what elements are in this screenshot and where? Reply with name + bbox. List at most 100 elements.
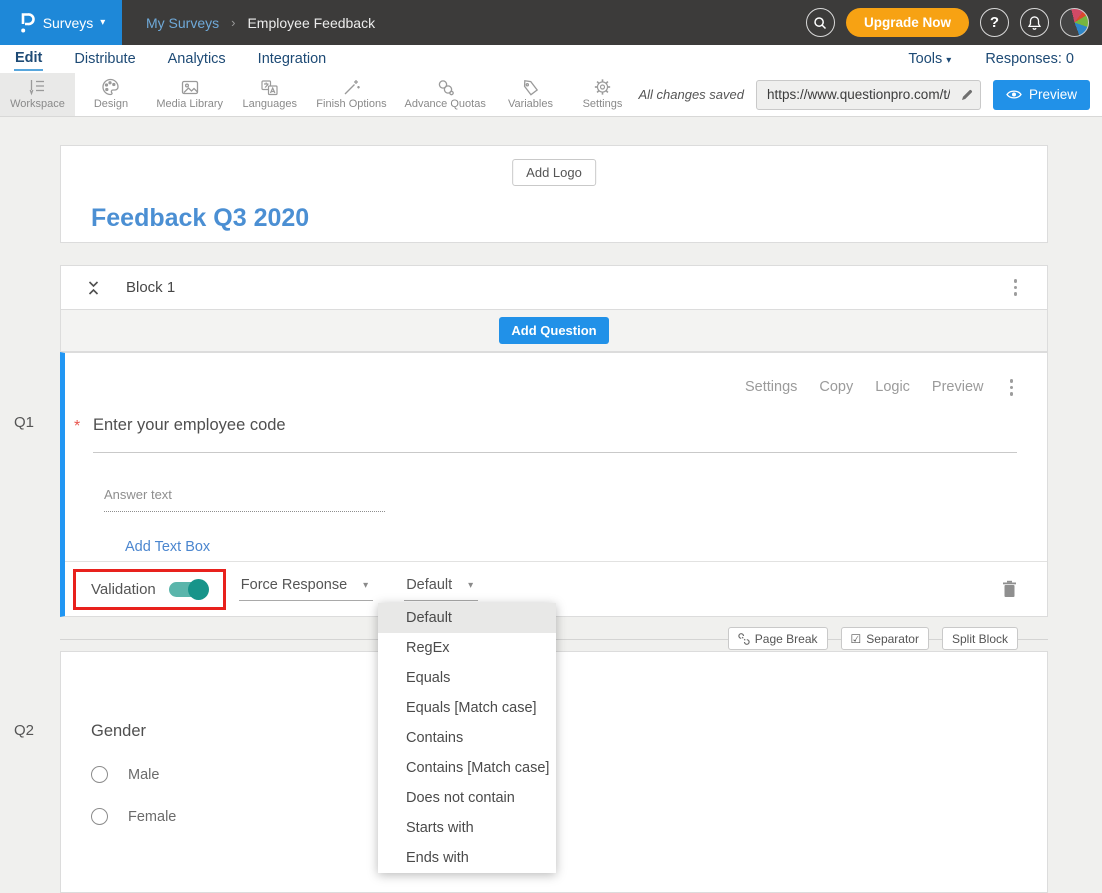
survey-title-card: Add Logo Feedback Q3 2020	[60, 145, 1048, 243]
menu-item-equals-match-case[interactable]: Equals [Match case]	[378, 693, 556, 723]
question-mark-icon: ?	[990, 14, 999, 31]
search-icon	[812, 15, 828, 31]
split-block-label: Split Block	[952, 632, 1008, 646]
breadcrumb: My Surveys › Employee Feedback	[146, 15, 375, 31]
toolbar-item-advance-quotas[interactable]: Advance Quotas	[396, 73, 495, 116]
toolbar-item-finish-options[interactable]: Finish Options	[307, 73, 396, 116]
tab-bar-right: Tools ▾ Responses: 0	[908, 51, 1088, 67]
tab-analytics[interactable]: Analytics	[167, 48, 227, 70]
validation-type-menu: Default RegEx Equals Equals [Match case]…	[378, 603, 556, 873]
pencil-icon	[960, 88, 974, 102]
save-status-text: All changes saved	[638, 87, 744, 102]
breadcrumb-my-surveys[interactable]: My Surveys	[146, 15, 219, 31]
toolbar-item-label: Workspace	[10, 98, 65, 110]
help-button[interactable]: ?	[980, 8, 1009, 37]
force-response-label: Force Response	[241, 577, 347, 593]
trash-icon	[1002, 580, 1017, 598]
questionpro-logo-icon	[17, 11, 36, 35]
chevron-right-icon: ›	[231, 15, 235, 30]
search-button[interactable]	[806, 8, 835, 37]
option-label: Male	[128, 767, 159, 783]
translate-icon	[260, 78, 279, 96]
menu-item-does-not-contain[interactable]: Does not contain	[378, 783, 556, 813]
questionpro-logo-menu[interactable]: Surveys ▾	[0, 0, 122, 45]
question-kebab-menu-icon[interactable]	[1006, 375, 1018, 400]
survey-url-wrap	[756, 80, 981, 110]
chevron-down-icon: ▾	[946, 55, 951, 66]
question-text[interactable]: Enter your employee code	[93, 416, 1017, 453]
radio-button-icon[interactable]	[91, 766, 108, 783]
tab-integration[interactable]: Integration	[257, 48, 328, 70]
responses-count[interactable]: Responses: 0	[985, 51, 1074, 67]
split-block-button[interactable]: Split Block	[942, 627, 1018, 650]
top-bar-actions: Upgrade Now ?	[806, 8, 1102, 37]
answer-text-field[interactable]: Answer text	[104, 487, 385, 512]
toolbar-item-label: Design	[94, 98, 128, 110]
gear-icon	[593, 78, 612, 96]
toolbar-item-label: Advance Quotas	[404, 98, 485, 110]
palette-icon	[101, 78, 120, 96]
toolbar-item-variables[interactable]: Variables	[494, 73, 566, 116]
validation-toggle[interactable]	[169, 582, 208, 597]
edit-url-button[interactable]	[957, 85, 977, 105]
tab-distribute[interactable]: Distribute	[73, 48, 136, 70]
menu-item-equals[interactable]: Equals	[378, 663, 556, 693]
breadcrumb-current-survey: Employee Feedback	[247, 15, 375, 31]
chevron-down-icon: ▾	[468, 580, 473, 591]
menu-item-contains-match-case[interactable]: Contains [Match case]	[378, 753, 556, 783]
add-text-box-link[interactable]: Add Text Box	[125, 539, 210, 555]
workspace-icon	[27, 78, 47, 96]
toolbar-item-design[interactable]: Design	[75, 73, 147, 116]
tools-menu[interactable]: Tools ▾	[908, 51, 951, 67]
add-logo-button[interactable]: Add Logo	[512, 159, 596, 186]
toolbar-right: All changes saved Preview	[638, 73, 1102, 116]
menu-item-regex[interactable]: RegEx	[378, 633, 556, 663]
toolbar-item-workspace[interactable]: Workspace	[0, 73, 75, 116]
tab-edit[interactable]: Edit	[14, 47, 43, 71]
toolbar-item-languages[interactable]: Languages	[232, 73, 307, 116]
toolbar-item-media-library[interactable]: Media Library	[147, 73, 233, 116]
survey-url-input[interactable]	[756, 80, 981, 110]
question-copy-link[interactable]: Copy	[819, 379, 853, 395]
add-question-strip: Add Question	[60, 310, 1048, 352]
menu-item-default[interactable]: Default	[378, 603, 556, 633]
radio-button-icon[interactable]	[91, 808, 108, 825]
toolbar-item-label: Settings	[583, 98, 623, 110]
block-kebab-menu-icon[interactable]	[1010, 275, 1022, 300]
wand-icon	[342, 78, 361, 96]
toolbar-item-label: Finish Options	[316, 98, 386, 110]
question-settings-link[interactable]: Settings	[745, 379, 797, 395]
page-break-button[interactable]: Page Break	[728, 627, 828, 650]
toolbar-item-label: Variables	[508, 98, 553, 110]
menu-item-ends-with[interactable]: Ends with	[378, 843, 556, 873]
block-title[interactable]: Block 1	[126, 279, 175, 296]
force-response-dropdown[interactable]: Force Response ▾	[239, 577, 373, 601]
question-actions: Settings Copy Logic Preview	[65, 353, 1047, 400]
question-logic-link[interactable]: Logic	[875, 379, 910, 395]
toolbar-item-label: Languages	[243, 98, 297, 110]
upgrade-now-button[interactable]: Upgrade Now	[846, 8, 969, 37]
eye-icon	[1006, 89, 1022, 100]
separator-button[interactable]: ☑ Separator	[841, 627, 929, 650]
preview-button[interactable]: Preview	[993, 80, 1090, 110]
validation-label: Validation	[91, 581, 156, 598]
product-name: Surveys	[43, 15, 94, 31]
collapse-block-icon[interactable]	[87, 280, 100, 296]
user-avatar[interactable]	[1060, 8, 1089, 37]
notifications-button[interactable]	[1020, 8, 1049, 37]
menu-item-contains[interactable]: Contains	[378, 723, 556, 753]
question-2-number: Q2	[14, 722, 34, 739]
survey-title[interactable]: Feedback Q3 2020	[91, 204, 309, 233]
option-label: Female	[128, 809, 176, 825]
image-icon	[180, 78, 200, 96]
toggle-knob	[188, 579, 209, 600]
question-1-card: Settings Copy Logic Preview * Enter your…	[60, 352, 1048, 617]
toolbar-item-settings[interactable]: Settings	[566, 73, 638, 116]
validation-type-dropdown[interactable]: Default ▾	[404, 577, 478, 601]
block-header: Block 1	[60, 265, 1048, 310]
menu-item-starts-with[interactable]: Starts with	[378, 813, 556, 843]
tag-icon	[521, 78, 540, 96]
delete-question-button[interactable]	[1002, 580, 1017, 598]
add-question-button[interactable]: Add Question	[499, 317, 608, 344]
question-preview-link[interactable]: Preview	[932, 379, 984, 395]
